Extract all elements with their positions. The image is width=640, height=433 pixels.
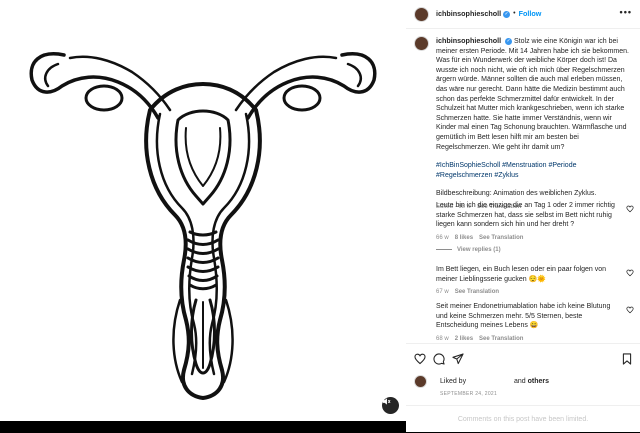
- instagram-post: ichbinsophiescholl ✓ • Follow ••• ichbin…: [0, 0, 640, 432]
- separator-dot: •: [513, 10, 516, 18]
- action-bar: [406, 343, 640, 374]
- comments-limited-notice: Comments on this post have been limited.: [406, 405, 640, 433]
- comment-like-heart-icon[interactable]: [626, 205, 634, 213]
- more-options-icon[interactable]: •••: [620, 7, 632, 18]
- save-bookmark-icon[interactable]: [622, 353, 632, 365]
- comment-age: 67 w: [436, 289, 449, 296]
- uterus-illustration: [29, 52, 377, 400]
- post-sidebar: ichbinsophiescholl ✓ • Follow ••• ichbin…: [406, 0, 640, 432]
- comment-text: Seit meiner Endonetriumablation habe ich…: [436, 303, 611, 330]
- caption-avatar[interactable]: [414, 36, 429, 51]
- header-username[interactable]: ichbinsophiescholl: [436, 9, 501, 19]
- replies-line: [436, 248, 452, 250]
- comment-text: Im Bett liegen, ein Buch lesen oder ein …: [436, 266, 607, 283]
- caption-description: Bildbeschreibung: Animation des weiblich…: [436, 190, 597, 198]
- comment-item: Seit meiner Endonetriumablation habe ich…: [436, 302, 632, 342]
- follow-button[interactable]: Follow: [519, 9, 542, 19]
- comment-age: 66 w: [436, 234, 449, 241]
- verified-badge-icon: ✓: [503, 10, 511, 18]
- comment-text: Leute bin ich die einzige die an Tag 1 o…: [436, 202, 615, 229]
- share-paper-plane-icon[interactable]: [452, 353, 464, 365]
- view-replies-button[interactable]: View replies (1): [436, 246, 501, 256]
- comments-scroll-area[interactable]: ichbinsophiescholl ✓ Stolz wie eine Köni…: [406, 29, 640, 342]
- caption-text: Stolz wie eine Königin war ich bei meine…: [436, 38, 629, 151]
- liker-avatar[interactable]: [414, 375, 427, 388]
- comment-item: Im Bett liegen, ein Buch lesen oder ein …: [436, 265, 632, 298]
- caption-username[interactable]: ichbinsophiescholl: [436, 36, 501, 45]
- likes-summary: Liked by and others: [440, 377, 549, 387]
- like-heart-icon[interactable]: [414, 353, 426, 365]
- post-media[interactable]: [0, 0, 406, 432]
- mute-button[interactable]: [382, 397, 399, 414]
- comment-like-heart-icon[interactable]: [626, 269, 634, 277]
- likes-others-link[interactable]: others: [528, 378, 549, 385]
- view-replies-label: View replies (1): [457, 247, 501, 253]
- comment-item: Leute bin ich die einzige die an Tag 1 o…: [436, 201, 632, 243]
- post-header: ichbinsophiescholl ✓ • Follow •••: [406, 0, 640, 29]
- comment-likes[interactable]: 8 likes: [455, 235, 473, 241]
- caption-hashtags[interactable]: #IchBinSophieScholl #Menstruation #Perio…: [436, 161, 634, 180]
- avatar[interactable]: [414, 6, 429, 22]
- comment-like-heart-icon[interactable]: [626, 306, 634, 314]
- post-date[interactable]: SEPTEMBER 24, 2021: [440, 390, 497, 400]
- comment-age: 68 w: [436, 335, 449, 342]
- comment-bubble-icon[interactable]: [433, 353, 445, 365]
- comment-likes[interactable]: 2 likes: [455, 336, 473, 342]
- speaker-muted-icon: [382, 398, 391, 405]
- see-translation-link[interactable]: See Translation: [455, 289, 499, 295]
- verified-badge-icon: ✓: [505, 37, 513, 45]
- see-translation-link[interactable]: See Translation: [479, 235, 523, 241]
- likes-prefix: Liked by: [440, 378, 467, 385]
- see-translation-link[interactable]: See Translation: [479, 336, 523, 342]
- caption-block: ichbinsophiescholl ✓ Stolz wie eine Köni…: [414, 36, 634, 213]
- likes-and: and: [513, 378, 526, 385]
